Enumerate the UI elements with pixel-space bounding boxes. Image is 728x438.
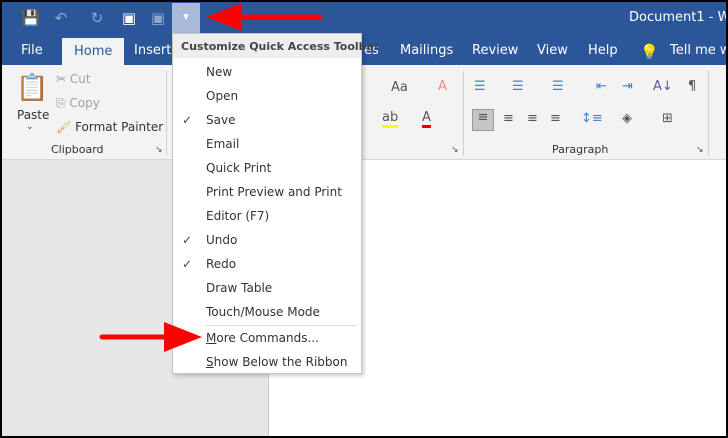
decrease-indent-icon[interactable]: ⇤ [596,79,607,94]
borders-icon[interactable]: ⊞ [662,111,673,126]
label: Email [206,137,240,151]
pilcrow-icon[interactable]: ¶ [688,79,696,94]
format-painter-label: Format Painter [75,120,164,134]
menu-item-save[interactable]: ✓ Save [173,108,361,132]
label: Draw Table [206,281,273,295]
divider [708,71,709,156]
align-center-icon[interactable]: ≡ [503,111,514,126]
menu-item-email[interactable]: Email [173,132,361,156]
label: Touch/Mouse Mode [206,305,320,319]
divider [166,71,167,156]
numbering-icon[interactable]: ☰ [512,79,524,94]
access-key: M [206,331,217,345]
annotation-arrow-top [206,3,323,31]
label: Editor (F7) [206,209,270,223]
paste-button[interactable]: Paste [17,108,49,122]
title-bar: 💾 ↶ ↻ ▣ ▣ ▾ Document1 - Wo [2,2,726,34]
paste-icon[interactable]: 📋 [16,73,48,103]
print-preview-icon[interactable]: ▣ [118,7,140,29]
change-case-button[interactable]: Aa [391,80,408,95]
menu-item-draw-table[interactable]: Draw Table [173,276,361,300]
window-icon[interactable]: ▣ [147,7,169,29]
tab-mailings[interactable]: Mailings [400,43,453,58]
copy-label: Copy [69,96,100,110]
tab-help[interactable]: Help [588,43,618,58]
label: ore Commands... [216,331,319,345]
ribbon: 📋 Paste ⌄ ✂ Cut ⎘ Copy 🖌 Format Painter … [2,65,726,160]
menu-item-editor[interactable]: Editor (F7) [173,204,361,228]
increase-indent-icon[interactable]: ⇥ [622,79,633,94]
customize-qat-button[interactable]: ▾ [172,3,200,33]
save-icon[interactable]: 💾 [20,7,42,29]
clipboard-launcher-icon[interactable]: ↘ [155,145,163,155]
menu-item-redo[interactable]: ✓ Redo [173,252,361,276]
menu-item-undo[interactable]: ✓ Undo [173,228,361,252]
word-window: 💾 ↶ ↻ ▣ ▣ ▾ Document1 - Wo File Home Ins… [2,2,726,436]
checkmark-icon: ✓ [182,233,193,247]
menu-item-quick-print[interactable]: Quick Print [173,156,361,180]
shading-icon[interactable]: ◈ [622,111,632,126]
label: New [206,65,233,79]
scissors-icon: ✂ [56,72,70,86]
checkmark-icon: ✓ [182,257,193,271]
lightbulb-icon: 💡 [640,43,659,61]
paste-dropdown-icon[interactable]: ⌄ [26,122,34,132]
align-right-icon[interactable]: ≡ [527,111,538,126]
paragraph-launcher-icon[interactable]: ↘ [696,145,704,155]
divider [463,71,464,156]
annotation-arrow-more-commands [99,322,202,352]
tab-review[interactable]: Review [472,43,518,58]
label: Open [206,89,239,103]
menu-item-open[interactable]: Open [173,84,361,108]
multilevel-list-icon[interactable]: ☰ [552,79,564,94]
label: Undo [206,233,238,247]
font-launcher-icon[interactable]: ↘ [451,145,459,155]
menu-item-touch-mouse-mode[interactable]: Touch/Mouse Mode [173,300,361,324]
menu-item-show-below-ribbon[interactable]: Show Below the Ribbon [173,350,361,374]
menu-item-print-preview[interactable]: Print Preview and Print [173,180,361,204]
label: Redo [206,257,237,271]
customize-qat-icon: ▾ [183,10,189,23]
label: Save [206,113,236,127]
tab-home[interactable]: Home [62,38,125,65]
label: how Below the Ribbon [213,355,348,369]
format-painter-button[interactable]: 🖌 Format Painter [56,120,163,134]
line-spacing-icon[interactable]: ↕≡ [581,111,603,126]
paragraph-group-label: Paragraph [552,143,609,156]
clipboard-group-label: Clipboard [51,143,104,156]
paintbrush-icon: 🖌 [56,120,72,134]
copy-icon: ⎘ [56,96,70,110]
label: Quick Print [206,161,272,175]
undo-icon[interactable]: ↶ [50,7,72,29]
highlight-icon[interactable]: ab [382,110,399,128]
tab-file[interactable]: File [21,43,43,58]
font-color-icon[interactable]: A [422,110,431,128]
label: Print Preview and Print [206,185,342,199]
clear-formatting-icon[interactable]: A [438,79,447,94]
align-left-icon[interactable]: ≡ [472,109,494,131]
access-key: S [206,355,214,369]
sort-icon[interactable]: A↓ [653,79,673,94]
cut-label: Cut [69,72,91,86]
checkmark-icon: ✓ [182,113,193,127]
tab-insert[interactable]: Insert [134,43,171,58]
tab-view[interactable]: View [537,43,568,58]
cut-button[interactable]: ✂ Cut [56,72,91,86]
bullets-icon[interactable]: ☰ [474,79,486,94]
menu-header: Customize Quick Access Toolbar [173,34,379,58]
copy-button[interactable]: ⎘ Copy [56,96,100,111]
justify-icon[interactable]: ≡ [550,111,561,126]
menu-item-new[interactable]: New [173,60,361,84]
document-title: Document1 - Wo [629,10,726,25]
redo-icon[interactable]: ↻ [86,7,108,29]
tell-me-search[interactable]: Tell me wha [670,43,726,58]
